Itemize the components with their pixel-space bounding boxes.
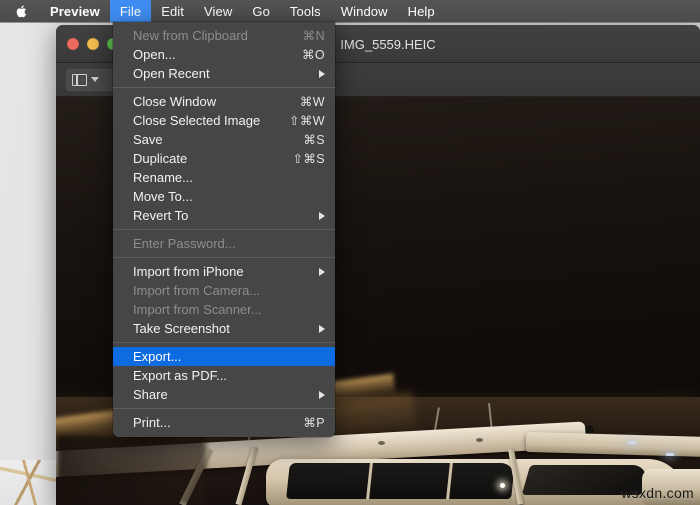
menu-item-label: Duplicate (133, 151, 188, 166)
menu-item-duplicate[interactable]: Duplicate ⇧⌘S (113, 149, 335, 168)
window-title-text: IMG_5559.HEIC (340, 36, 436, 52)
menu-item-save[interactable]: Save ⌘S (113, 130, 335, 149)
apple-logo-icon[interactable] (0, 0, 40, 22)
menu-item-share[interactable]: Share (113, 385, 335, 404)
menu-item-print[interactable]: Print... ⌘P (113, 413, 335, 432)
menu-item-label: Take Screenshot (133, 321, 230, 336)
menu-item-label: Print... (133, 415, 171, 430)
menu-separator (113, 257, 335, 258)
navigation-light (500, 483, 505, 488)
menu-separator (113, 229, 335, 230)
menu-view[interactable]: View (194, 0, 242, 22)
watermark-text: wsxdn.com (621, 485, 694, 501)
menu-bar-items: Preview File Edit View Go Tools Window H… (40, 0, 445, 22)
menu-window[interactable]: Window (331, 0, 398, 22)
menu-item-export-as-pdf[interactable]: Export as PDF... (113, 366, 335, 385)
menu-item-revert-to[interactable]: Revert To (113, 206, 335, 225)
file-menu-dropdown[interactable]: New from Clipboard ⌘N Open... ⌘O Open Recent… (113, 22, 335, 437)
sidebar-toggle-icon (72, 73, 87, 86)
submenu-arrow-icon (319, 69, 325, 78)
menu-item-label: Open... (133, 47, 176, 62)
menu-item-label: Rename... (133, 170, 193, 185)
distant-runway-light (628, 441, 636, 444)
menu-item-shortcut: ⌘W (299, 95, 325, 109)
menu-edit[interactable]: Edit (151, 0, 194, 22)
menu-item-label: Close Window (133, 94, 217, 109)
menu-separator (113, 408, 335, 409)
menu-item-shortcut: ⌘S (303, 133, 325, 147)
wing-vent (476, 438, 483, 442)
menu-separator (113, 87, 335, 88)
menu-item-label: Close Selected Image (133, 113, 261, 128)
menu-go[interactable]: Go (242, 0, 280, 22)
menu-item-close-window[interactable]: Close Window ⌘W (113, 92, 335, 111)
menu-item-label: Enter Password... (133, 236, 236, 251)
menu-item-enter-password: Enter Password... (113, 234, 335, 253)
menu-item-label: Share (133, 387, 168, 402)
menu-tools[interactable]: Tools (280, 0, 331, 22)
close-window-button[interactable] (67, 37, 79, 50)
menu-item-label: Save (133, 132, 163, 147)
menu-item-label: Import from iPhone (133, 264, 244, 279)
desktop-foreground-object (0, 460, 62, 505)
submenu-arrow-icon (319, 267, 325, 276)
chevron-down-icon (91, 77, 99, 82)
traffic-lights (56, 37, 119, 50)
menu-item-open-recent[interactable]: Open Recent (113, 64, 335, 83)
minimize-window-button[interactable] (87, 37, 99, 50)
menu-item-shortcut: ⇧⌘W (289, 114, 325, 128)
menu-item-label: New from Clipboard (133, 28, 248, 43)
submenu-arrow-icon (319, 390, 325, 399)
menu-item-label: Import from Scanner... (133, 302, 262, 317)
menu-item-close-selected-image[interactable]: Close Selected Image ⇧⌘W (113, 111, 335, 130)
submenu-arrow-icon (319, 211, 325, 220)
menu-separator (113, 342, 335, 343)
menu-item-label: Import from Camera... (133, 283, 261, 298)
menu-item-import-from-scanner: Import from Scanner... (113, 300, 335, 319)
menu-item-shortcut: ⌘O (301, 48, 325, 62)
macos-menu-bar[interactable]: Preview File Edit View Go Tools Window H… (0, 0, 700, 22)
menu-preview[interactable]: Preview (40, 0, 110, 22)
menu-item-move-to[interactable]: Move To... (113, 187, 335, 206)
menu-item-new-from-clipboard: New from Clipboard ⌘N (113, 26, 335, 45)
menu-item-label: Revert To (133, 208, 189, 223)
menu-item-label: Export... (133, 349, 182, 364)
menu-item-rename[interactable]: Rename... (113, 168, 335, 187)
menu-item-open[interactable]: Open... ⌘O (113, 45, 335, 64)
menu-item-export[interactable]: Export... (113, 347, 335, 366)
submenu-arrow-icon (319, 324, 325, 333)
menu-item-import-from-camera: Import from Camera... (113, 281, 335, 300)
menu-item-shortcut: ⇧⌘S (292, 152, 325, 166)
menu-help[interactable]: Help (398, 0, 445, 22)
foreground-blur (56, 435, 206, 505)
menu-item-label: Export as PDF... (133, 368, 227, 383)
menu-item-take-screenshot[interactable]: Take Screenshot (113, 319, 335, 338)
menu-item-import-from-iphone[interactable]: Import from iPhone (113, 262, 335, 281)
cabin-window-glass (286, 463, 515, 499)
menu-item-label: Open Recent (133, 66, 210, 81)
wing-vent (378, 441, 385, 445)
distant-runway-light (666, 453, 674, 456)
menu-file[interactable]: File (109, 0, 152, 22)
menu-item-shortcut: ⌘N (302, 29, 325, 43)
menu-item-shortcut: ⌘P (303, 416, 325, 430)
menu-item-label: Move To... (133, 189, 193, 204)
